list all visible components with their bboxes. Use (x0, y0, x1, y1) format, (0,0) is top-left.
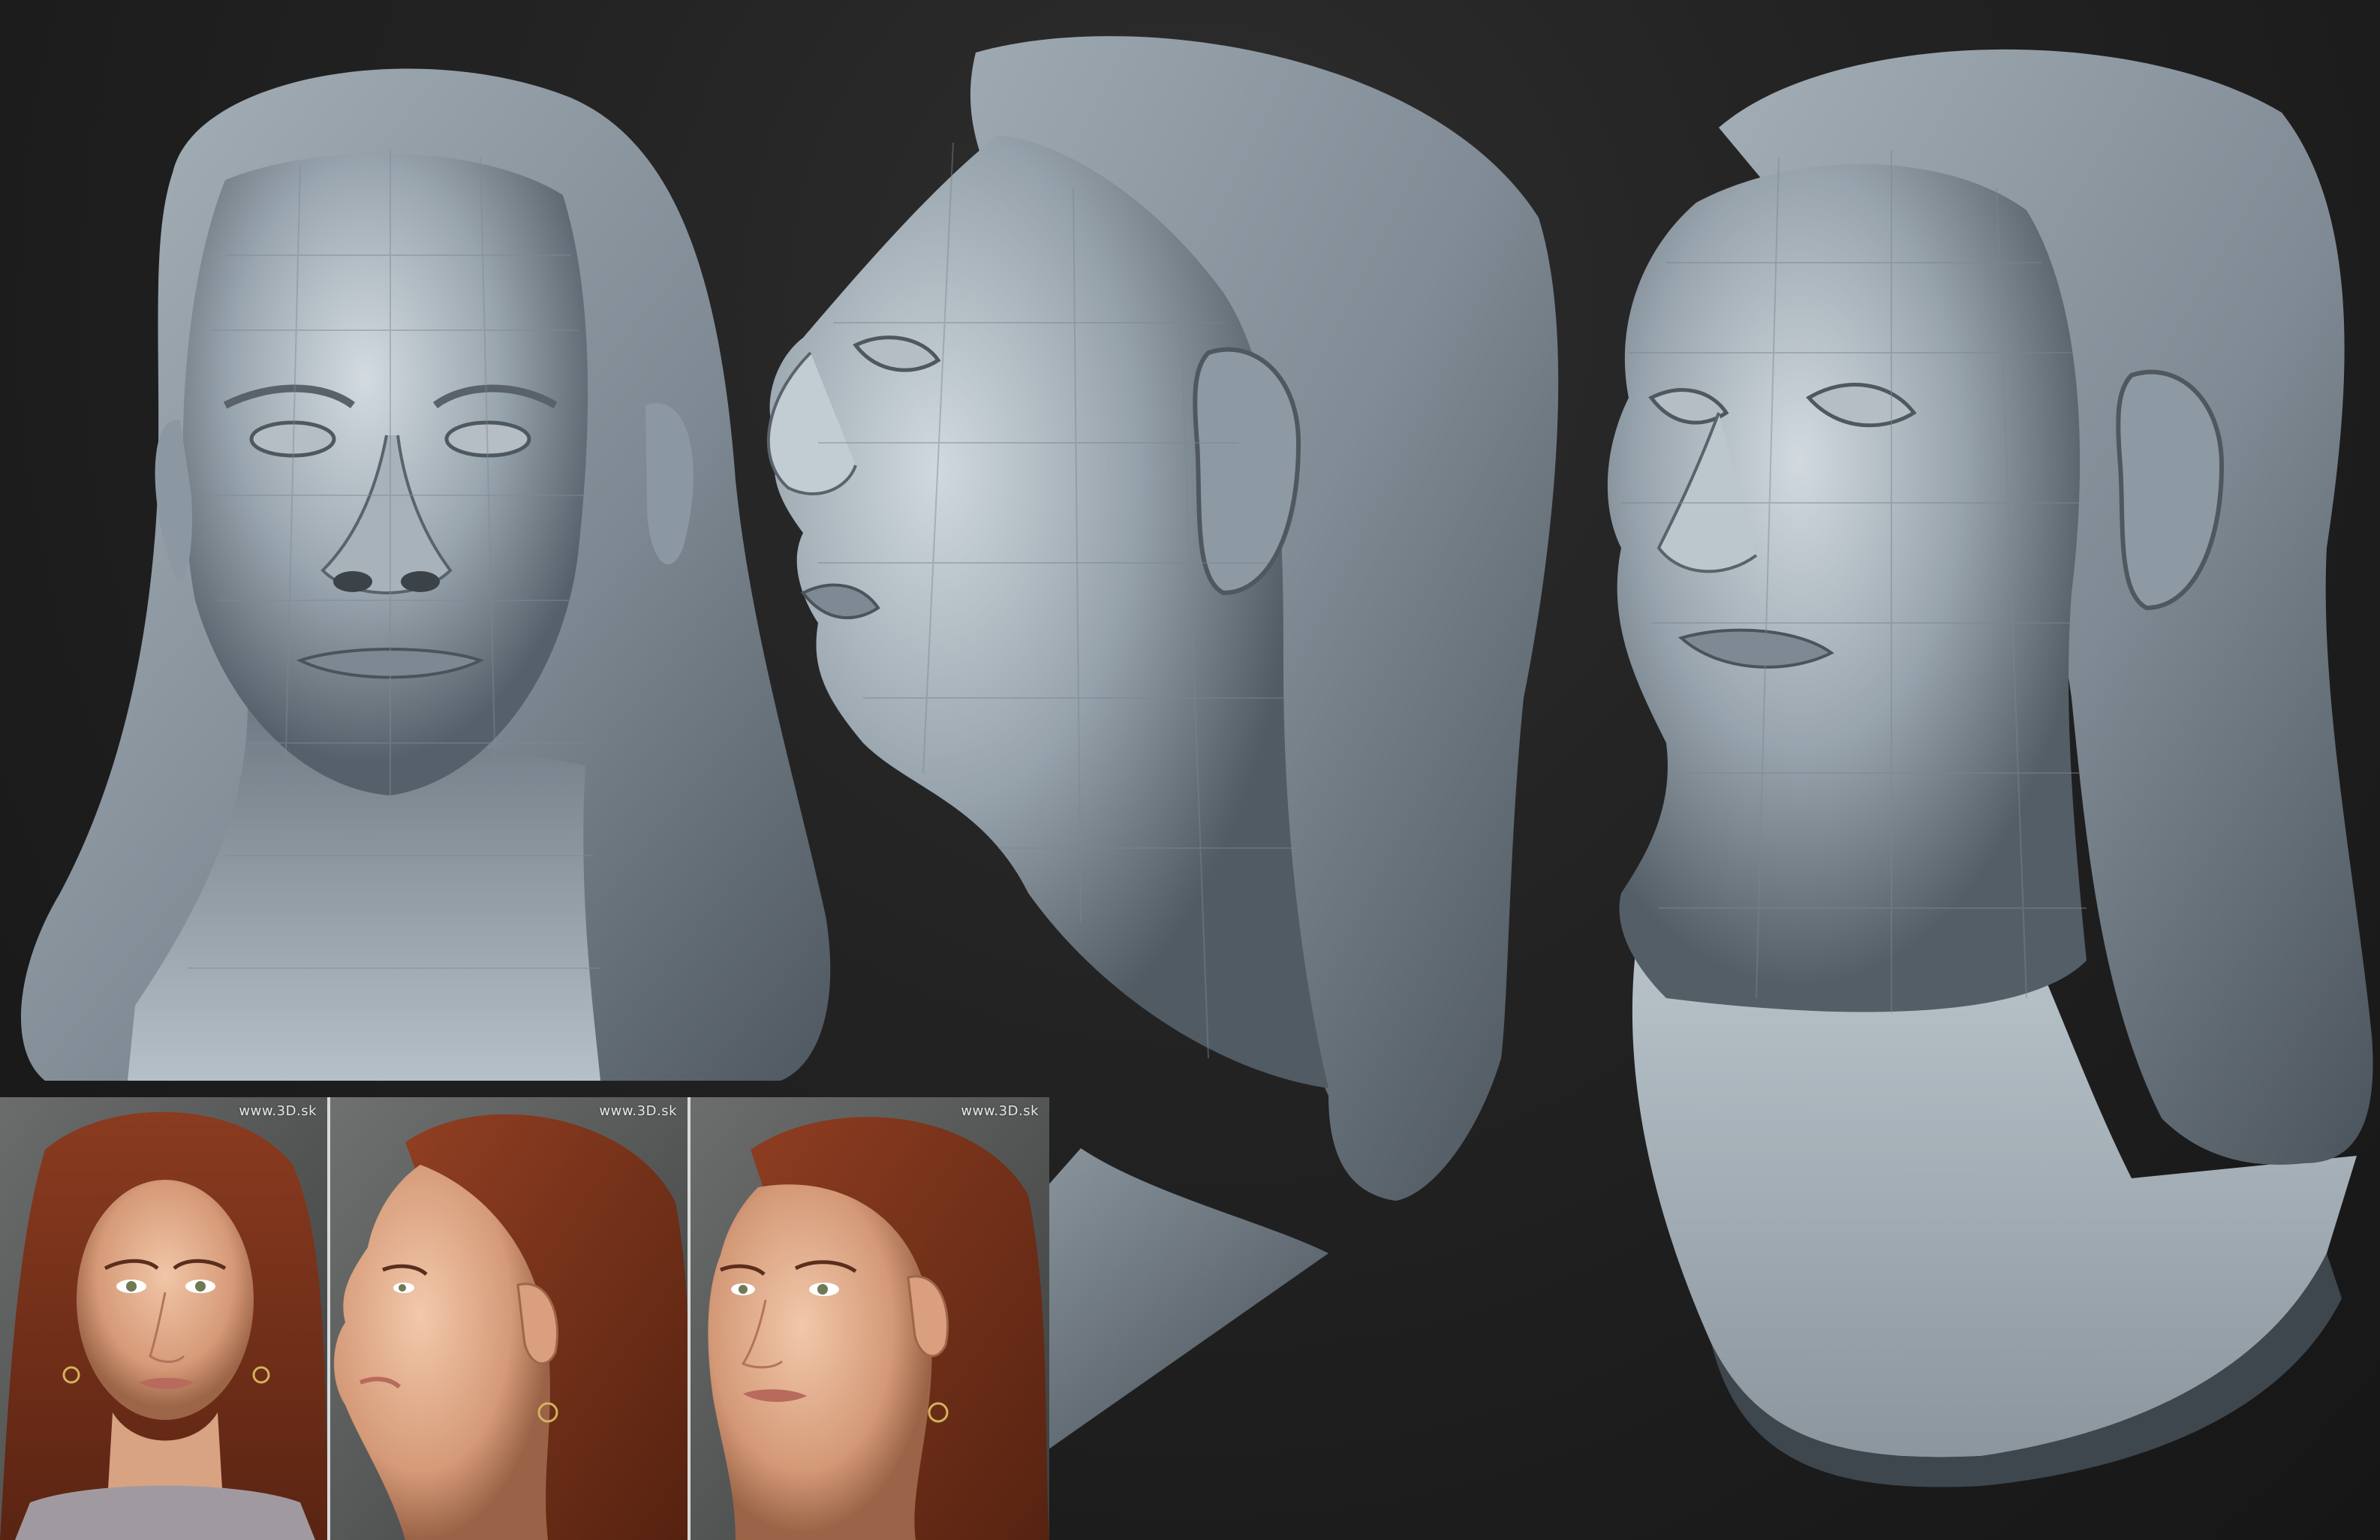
photo-watermark: www.3D.sk (961, 1103, 1039, 1119)
reference-photo-three-quarter: www.3D.sk (691, 1097, 1049, 1540)
photo-watermark: www.3D.sk (599, 1103, 677, 1119)
photo-watermark: www.3D.sk (239, 1103, 317, 1119)
reference-photo-front: www.3D.sk (0, 1097, 330, 1540)
image-canvas: www.3D.sk www.3D.sk www.3D.sk (0, 0, 2380, 1540)
reference-photo-side: www.3D.sk (330, 1097, 691, 1540)
sculpt-front-view (20, 68, 831, 1081)
reference-photo-strip: www.3D.sk www.3D.sk www.3D.sk (0, 1097, 1049, 1540)
sculpt-three-quarter-view (1607, 49, 2373, 1487)
